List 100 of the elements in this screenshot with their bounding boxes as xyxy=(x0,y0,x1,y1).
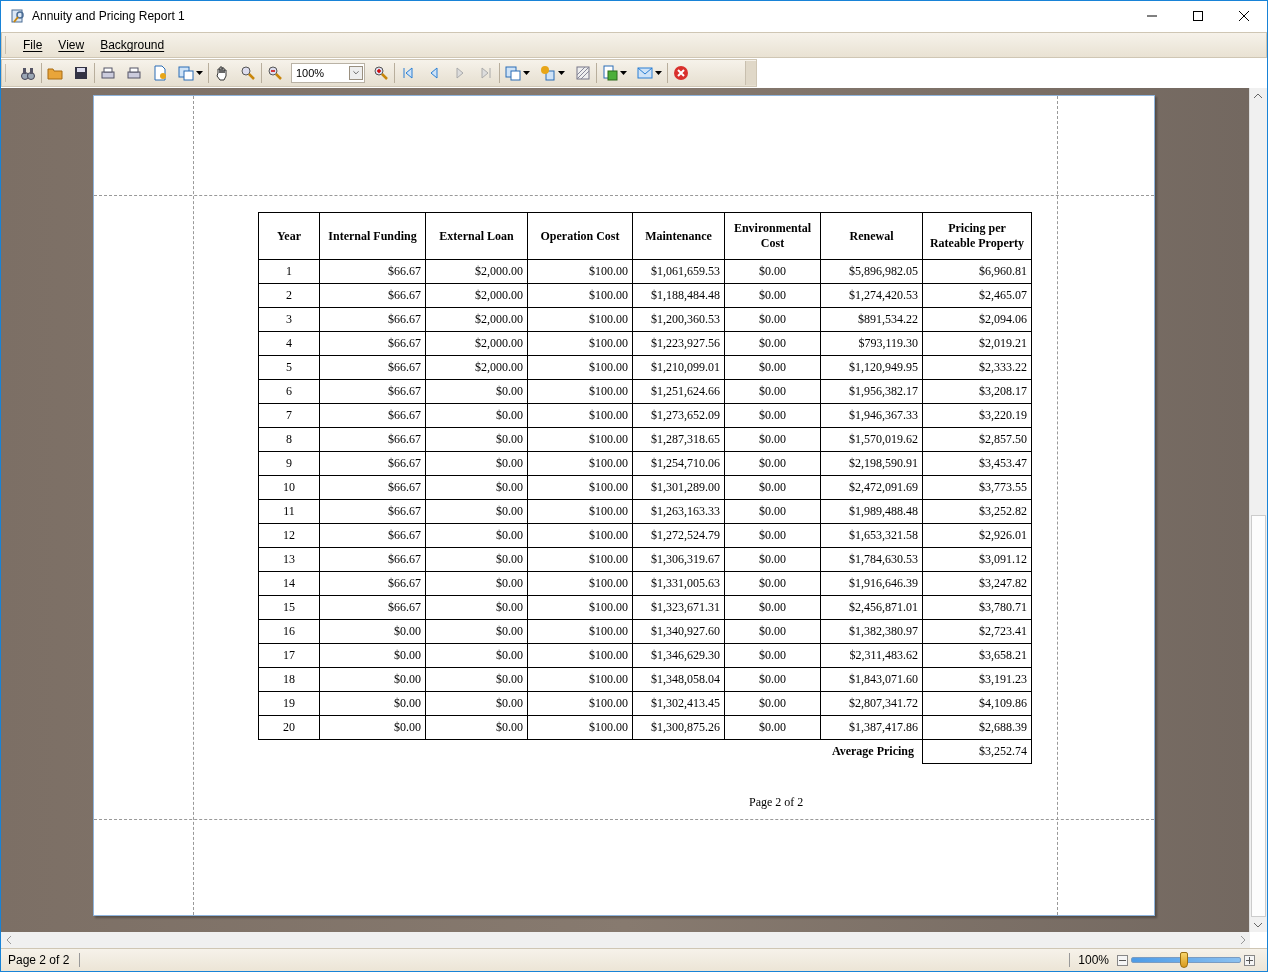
table-cell: $1,916,646.39 xyxy=(820,571,923,596)
zoom-in-icon[interactable] xyxy=(373,65,389,81)
printer-icon[interactable] xyxy=(100,65,116,81)
table-cell: 19 xyxy=(258,691,320,716)
table-cell: $66.67 xyxy=(319,331,426,356)
table-cell: $5,896,982.05 xyxy=(820,259,923,284)
table-cell: $0.00 xyxy=(425,403,528,428)
zoom-in-button[interactable] xyxy=(1244,954,1255,966)
maximize-icon[interactable] xyxy=(1193,11,1203,21)
table-cell: $100.00 xyxy=(527,523,633,548)
table-cell: 6 xyxy=(258,379,320,404)
table-cell: $66.67 xyxy=(319,499,426,524)
table-cell: 16 xyxy=(258,619,320,644)
menu-item[interactable]: File xyxy=(15,38,51,52)
table-cell: $2,456,871.01 xyxy=(820,595,923,620)
table-cell: $66.67 xyxy=(319,259,426,284)
table-cell: $0.00 xyxy=(425,667,528,692)
table-cell: $100.00 xyxy=(527,259,633,284)
scroll-up-icon[interactable] xyxy=(1253,91,1262,100)
page-number: Page 2 of 2 xyxy=(749,795,805,810)
table-cell: $2,019.21 xyxy=(922,331,1032,356)
table-cell: $1,301,289.00 xyxy=(632,475,725,500)
column-header: Operation Cost xyxy=(527,212,633,260)
table-cell: $66.67 xyxy=(319,427,426,452)
table-cell: $100.00 xyxy=(527,715,633,740)
scroll-down-icon[interactable] xyxy=(1253,920,1262,929)
table-cell: $0.00 xyxy=(724,355,821,380)
column-header: External Loan xyxy=(425,212,528,260)
caret-icon[interactable] xyxy=(523,71,530,75)
table-cell: $0.00 xyxy=(425,643,528,668)
table-cell: $2,000.00 xyxy=(425,259,528,284)
table-cell: $100.00 xyxy=(527,355,633,380)
scroll-left-icon[interactable] xyxy=(4,935,13,944)
slider-thumb[interactable] xyxy=(1179,952,1188,968)
table-cell: $1,346,629.30 xyxy=(632,643,725,668)
printer-icon[interactable] xyxy=(126,65,142,81)
hand-icon[interactable] xyxy=(214,65,230,81)
table-cell: $0.00 xyxy=(724,499,821,524)
table-cell: $2,857.50 xyxy=(922,427,1032,452)
table-cell: 8 xyxy=(258,427,320,452)
save-icon[interactable] xyxy=(73,65,89,81)
page-status: Page 2 of 2 xyxy=(1,953,81,967)
horizontal-scrollbar[interactable] xyxy=(1,932,1250,948)
table-cell: $2,311,483.62 xyxy=(820,643,923,668)
table-cell: $0.00 xyxy=(319,643,426,668)
table-cell: $1,300,875.26 xyxy=(632,715,725,740)
vertical-scrollbar[interactable] xyxy=(1249,88,1267,932)
summary-label: Average Pricing xyxy=(258,739,923,764)
table-cell: 10 xyxy=(258,475,320,500)
page-color-icon[interactable] xyxy=(540,65,556,81)
table-cell: $1,946,367.33 xyxy=(820,403,923,428)
zoom-slider[interactable] xyxy=(1131,952,1241,968)
table-cell: $3,191.23 xyxy=(922,667,1032,692)
find-icon[interactable] xyxy=(20,65,36,81)
table-cell: $0.00 xyxy=(724,403,821,428)
caret-icon[interactable] xyxy=(655,71,662,75)
table-cell: $1,302,413.45 xyxy=(632,691,725,716)
table-cell: 18 xyxy=(258,667,320,692)
caret-icon[interactable] xyxy=(620,71,627,75)
table-cell: $100.00 xyxy=(527,667,633,692)
table-cell: $66.67 xyxy=(319,403,426,428)
table-cell: $793,119.30 xyxy=(820,331,923,356)
caret-icon[interactable] xyxy=(196,71,203,75)
table-cell: 12 xyxy=(258,523,320,548)
table-cell: $0.00 xyxy=(724,427,821,452)
table-cell: $100.00 xyxy=(527,571,633,596)
table-cell: $2,926.01 xyxy=(922,523,1032,548)
zoom-field[interactable]: 100% xyxy=(291,63,365,83)
menu-item[interactable]: Background xyxy=(92,38,173,52)
table-cell: $0.00 xyxy=(425,523,528,548)
close-icon[interactable] xyxy=(1239,11,1249,21)
table-cell: $0.00 xyxy=(724,667,821,692)
multiple-pages-icon[interactable] xyxy=(505,65,521,81)
table-cell: $1,274,420.53 xyxy=(820,283,923,308)
table-cell: $0.00 xyxy=(425,451,528,476)
menu-item[interactable]: View xyxy=(50,38,93,52)
table-cell: 3 xyxy=(258,307,320,332)
table-cell: $3,658.21 xyxy=(922,643,1032,668)
table-cell: $0.00 xyxy=(724,451,821,476)
table-cell: $0.00 xyxy=(724,523,821,548)
open-folder-icon[interactable] xyxy=(47,65,63,81)
scroll-right-icon[interactable] xyxy=(1238,935,1247,944)
table-cell: $100.00 xyxy=(527,283,633,308)
table-cell: $1,570,019.62 xyxy=(820,427,923,452)
table-cell: $1,061,659.53 xyxy=(632,259,725,284)
table-cell: $2,000.00 xyxy=(425,355,528,380)
magnifier-icon[interactable] xyxy=(240,65,256,81)
table-cell: $0.00 xyxy=(724,691,821,716)
table-cell: $3,220.19 xyxy=(922,403,1032,428)
column-header: Year xyxy=(258,212,320,260)
zoom-out-button[interactable] xyxy=(1117,954,1128,966)
caret-icon[interactable] xyxy=(558,71,565,75)
zoom-out-icon[interactable] xyxy=(267,65,283,81)
table-cell: $2,094.06 xyxy=(922,307,1032,332)
table-cell: $2,807,341.72 xyxy=(820,691,923,716)
table-cell: 7 xyxy=(258,403,320,428)
first-page-icon[interactable] xyxy=(400,65,416,81)
table-cell: $0.00 xyxy=(425,595,528,620)
export-icon[interactable] xyxy=(602,65,618,81)
table-cell: $100.00 xyxy=(527,547,633,572)
